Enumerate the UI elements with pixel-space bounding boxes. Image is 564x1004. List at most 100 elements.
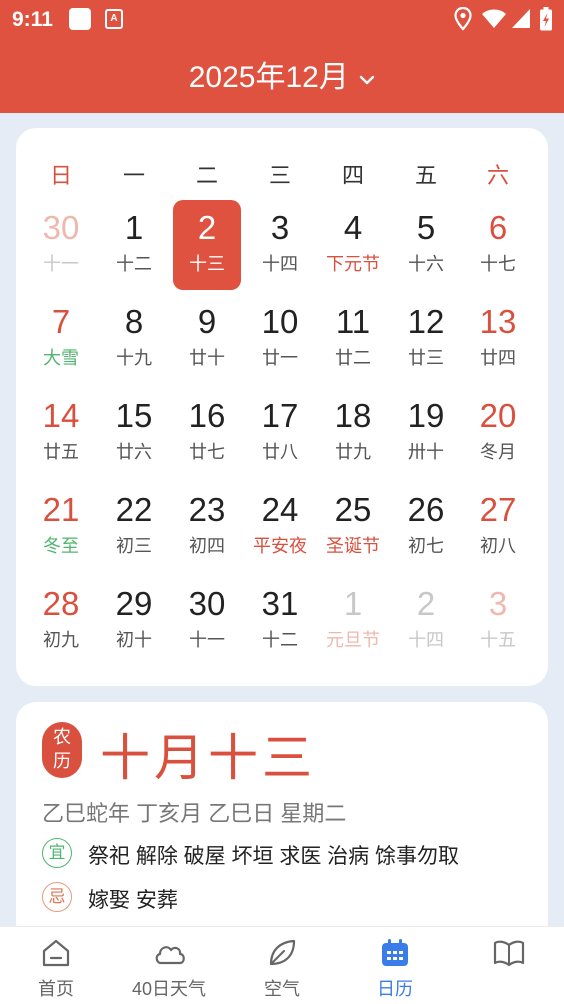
day-number: 11 (335, 303, 371, 340)
calendar-day[interactable]: 30 十一 (173, 576, 241, 666)
calendar-day[interactable]: 23 初四 (173, 482, 241, 572)
leaf-icon (269, 939, 296, 966)
location-icon (454, 7, 472, 31)
nav-40day-weather-label: 40日天气 (131, 979, 207, 999)
calendar-day[interactable]: 2 十四 (392, 576, 460, 666)
lunar-day: 廿八 (262, 442, 298, 462)
day-number: 27 (479, 491, 517, 528)
calendar-day[interactable]: 21 冬至 (27, 482, 95, 572)
calendar-day[interactable]: 31 十二 (246, 576, 314, 666)
lunar-day: 廿十 (189, 348, 225, 368)
app-notification-icon (69, 8, 91, 30)
calendar-day[interactable]: 29 初十 (100, 576, 168, 666)
calendar-day[interactable]: 6 十七 (464, 200, 532, 290)
calendar-day[interactable]: 24 平安夜 (246, 482, 314, 572)
lunar-day: 廿六 (116, 442, 152, 462)
weekday-label: 三 (268, 163, 291, 188)
calendar-day[interactable]: 8 十九 (100, 294, 168, 384)
calendar-day[interactable]: 30 十一 (27, 200, 95, 290)
lunar-day: 初八 (480, 536, 516, 556)
chevron-down-icon[interactable] (359, 75, 375, 85)
status-bar: 9:11 A (0, 0, 564, 38)
app-header: 9:11 A 2025年12月 (0, 0, 564, 113)
nav-calendar[interactable]: 日历 (339, 927, 451, 1004)
calendar-day[interactable]: 4 下元节 (319, 200, 387, 290)
lunar-badge-char: 农 (53, 727, 71, 748)
calendar-day[interactable]: 5 十六 (392, 200, 460, 290)
calendar-day[interactable]: 1 元旦节 (319, 576, 387, 666)
nav-book[interactable] (452, 927, 564, 1004)
day-number: 12 (407, 303, 445, 340)
day-number: 4 (343, 209, 363, 246)
day-number: 1 (124, 209, 144, 246)
nav-home-label: 首页 (38, 979, 74, 999)
calendar-day[interactable]: 10 廿一 (246, 294, 314, 384)
lunar-day: 十九 (116, 348, 152, 368)
day-number: 13 (479, 303, 517, 340)
calendar-day[interactable]: 12 廿三 (392, 294, 460, 384)
lunar-day: 廿四 (480, 348, 516, 368)
lunar-day: 十四 (262, 254, 298, 274)
signal-icon (512, 9, 530, 28)
day-number: 29 (115, 585, 153, 622)
lunar-day: 十二 (262, 630, 298, 650)
calendar-day[interactable]: 19 卅十 (392, 388, 460, 478)
nav-air[interactable]: 空气 (226, 927, 338, 1004)
day-number: 1 (343, 585, 363, 622)
calendar-day[interactable]: 3 十四 (246, 200, 314, 290)
nav-home[interactable]: 首页 (0, 927, 112, 1004)
lunar-day: 廿五 (43, 442, 79, 462)
lunar-day: 冬至 (43, 536, 79, 556)
calendar-day[interactable]: 1 十二 (100, 200, 168, 290)
lunar-day: 平安夜 (253, 536, 307, 556)
calendar-day[interactable]: 26 初七 (392, 482, 460, 572)
calendar-day[interactable]: 28 初九 (27, 576, 95, 666)
day-number: 14 (42, 397, 80, 434)
lunar-day: 下元节 (326, 254, 380, 274)
month-selector[interactable]: 2025年12月 (0, 52, 564, 96)
calendar-day[interactable]: 13 廿四 (464, 294, 532, 384)
day-number: 24 (261, 491, 299, 528)
day-number: 19 (407, 397, 445, 434)
calendar-day[interactable]: 17 廿八 (246, 388, 314, 478)
month-title[interactable]: 2025年12月 (189, 52, 349, 96)
lunar-date: 十月十三 (100, 729, 316, 787)
calendar-day[interactable]: 2 十三 (173, 200, 241, 290)
calendar-day[interactable]: 22 初三 (100, 482, 168, 572)
calendar-day[interactable]: 15 廿六 (100, 388, 168, 478)
wifi-icon (482, 9, 506, 28)
calendar-day[interactable]: 11 廿二 (319, 294, 387, 384)
weekday-label: 日 (49, 163, 72, 188)
calendar-day[interactable]: 14 廿五 (27, 388, 95, 478)
lunar-day: 圣诞节 (326, 536, 380, 556)
lunar-day: 十七 (480, 254, 516, 274)
calendar-day[interactable]: 25 圣诞节 (319, 482, 387, 572)
day-number: 5 (416, 209, 436, 246)
day-number: 22 (115, 491, 153, 528)
day-number: 26 (407, 491, 445, 528)
calendar-day[interactable]: 16 廿七 (173, 388, 241, 478)
calendar-day[interactable]: 7 大雪 (27, 294, 95, 384)
weekday-label: 五 (414, 163, 437, 188)
day-number: 16 (188, 397, 226, 434)
calendar-day[interactable]: 9 廿十 (173, 294, 241, 384)
day-number: 23 (188, 491, 226, 528)
nav-40day-weather[interactable]: 40日天气 (113, 927, 225, 1004)
lunar-day: 十一 (189, 630, 225, 650)
day-number: 25 (334, 491, 372, 528)
calendar-day[interactable]: 20 冬月 (464, 388, 532, 478)
day-number: 18 (334, 397, 372, 434)
lunar-badge-char: 历 (53, 751, 71, 772)
day-number: 28 (42, 585, 80, 622)
ganzhi-text: 乙巳蛇年 丁亥月 乙巳日 星期二 (42, 801, 347, 826)
battery-charging-icon (540, 7, 552, 31)
day-number: 31 (261, 585, 299, 622)
lunar-day: 初九 (43, 630, 79, 650)
calendar-day[interactable]: 3 十五 (464, 576, 532, 666)
calendar-day[interactable]: 27 初八 (464, 482, 532, 572)
lunar-day: 初七 (408, 536, 444, 556)
day-number: 9 (197, 303, 217, 340)
day-number: 30 (42, 209, 80, 246)
calendar-day[interactable]: 18 廿九 (319, 388, 387, 478)
day-number: 15 (115, 397, 153, 434)
